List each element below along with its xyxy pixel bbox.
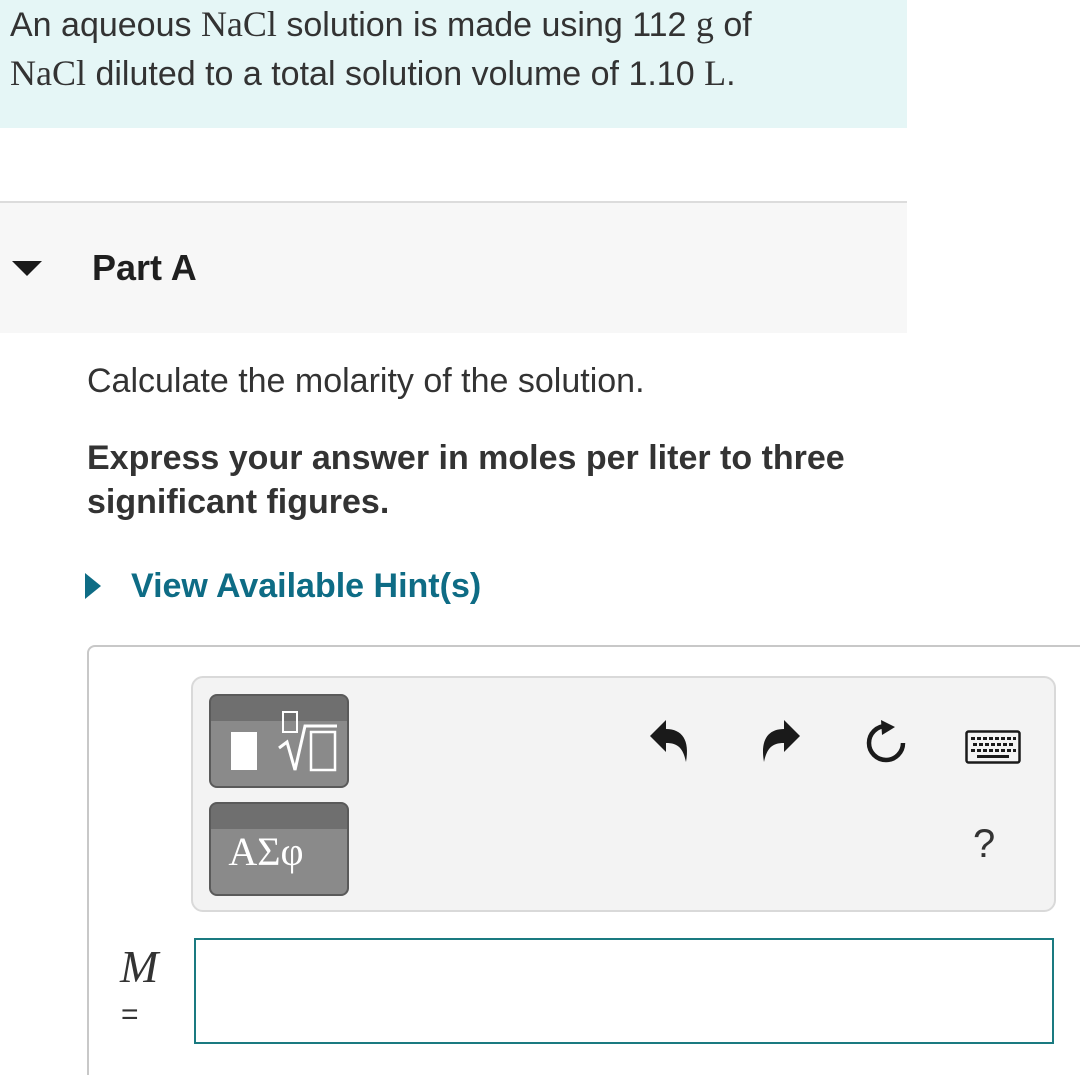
mass-unit: g (695, 4, 714, 44)
keyboard-icon (965, 730, 1021, 764)
part-title: Part A (92, 247, 197, 288)
answer-variable: M (120, 941, 159, 992)
problem-text-segment: solution is made using 112 (276, 6, 696, 44)
greek-symbols-label: ΑΣφ (228, 828, 304, 874)
redo-icon (762, 720, 800, 762)
instruction-text: Express your answer in moles per liter t… (87, 439, 845, 521)
greek-symbols-button[interactable]: ΑΣφ (209, 802, 349, 896)
problem-text-segment: . (726, 55, 736, 93)
answer-input[interactable] (194, 938, 1054, 1044)
problem-text-segment: of (713, 6, 752, 44)
help-button[interactable]: ? (973, 822, 995, 867)
view-hints-label: View Available Hint(s) (131, 566, 482, 605)
compound-formula: NaCl (10, 53, 86, 93)
volume-unit: L (704, 53, 727, 93)
problem-statement: An aqueous NaCl solution is made using 1… (0, 0, 907, 128)
view-hints-link[interactable]: View Available Hint(s) (85, 564, 481, 608)
math-toolbar: ΑΣφ ? (191, 676, 1056, 912)
collapse-caret-icon[interactable] (12, 261, 42, 276)
undo-button[interactable] (648, 718, 692, 766)
part-a-header[interactable]: Part A (0, 201, 907, 333)
equals-sign: = (121, 998, 139, 1031)
reset-button[interactable] (861, 718, 911, 768)
expand-caret-icon (85, 573, 101, 599)
undo-icon (650, 720, 688, 762)
problem-text-segment: An aqueous (10, 6, 201, 44)
templates-button[interactable] (209, 694, 349, 788)
question-text: Calculate the molarity of the solution. (87, 362, 645, 400)
templates-icon (231, 711, 337, 772)
reset-icon (866, 720, 906, 763)
problem-text: An aqueous NaCl solution is made using 1… (10, 0, 890, 98)
problem-text-segment: diluted to a total solution volume of 1.… (86, 55, 705, 93)
compound-formula: NaCl (200, 4, 277, 44)
keyboard-button[interactable] (965, 730, 1021, 764)
redo-button[interactable] (758, 718, 802, 766)
